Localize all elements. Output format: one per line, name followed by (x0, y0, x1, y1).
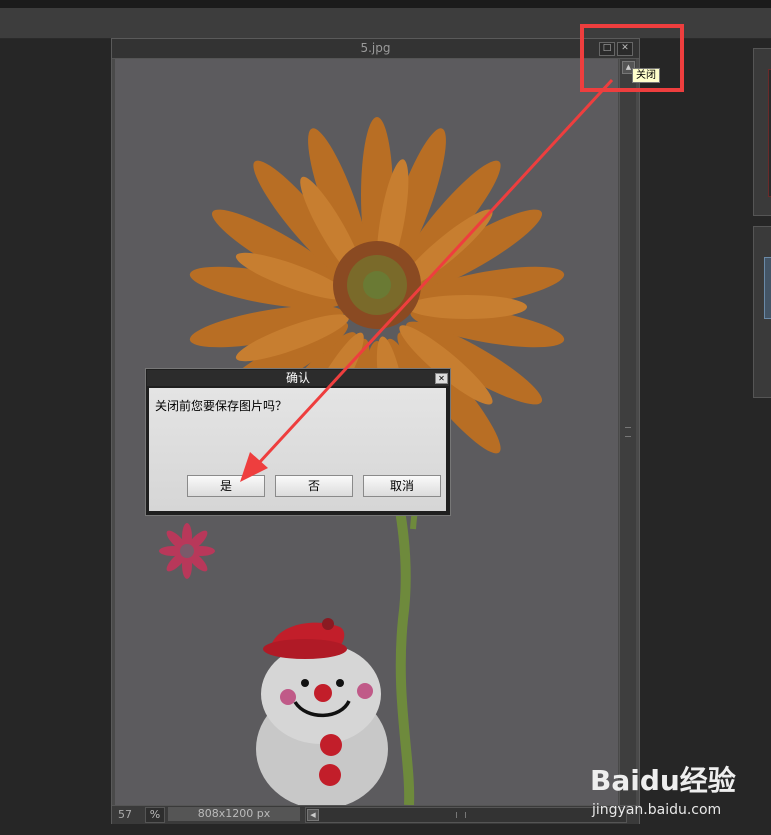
highlight-box (580, 24, 684, 92)
dialog-close-icon[interactable]: ✕ (435, 373, 448, 384)
snowman-image (256, 618, 388, 805)
document-title: 5.jpg (360, 41, 391, 55)
image-dimensions: 808x1200 px (168, 807, 300, 821)
hscroll-grip[interactable] (456, 812, 466, 818)
panel-swatch (764, 257, 771, 319)
horizontal-scrollbar[interactable]: ◀ (305, 807, 627, 823)
right-panel-bottom[interactable] (753, 226, 771, 398)
watermark-url: jingyan.baidu.com (592, 802, 722, 818)
dialog-body: 关闭前您要保存图片吗？ 是 否 取消 (149, 388, 446, 511)
vertical-scrollbar[interactable]: ▲ (619, 59, 636, 805)
dialog-message: 关闭前您要保存图片吗？ (155, 399, 288, 413)
zoom-unit[interactable]: % (145, 807, 165, 823)
dialog-title: 确认 (285, 371, 310, 385)
watermark-logo-text: Baidu经验 (590, 764, 736, 797)
status-bar: 57 % 808x1200 px ◀ (112, 805, 639, 824)
scroll-left-icon[interactable]: ◀ (307, 809, 319, 821)
confirm-dialog: 确认 ✕ 关闭前您要保存图片吗？ 是 否 取消 (145, 368, 451, 516)
dialog-titlebar[interactable]: 确认 ✕ (147, 370, 449, 386)
app-top-strip (0, 0, 771, 8)
no-button[interactable]: 否 (275, 475, 353, 497)
right-panel-top[interactable] (753, 48, 771, 216)
zoom-value[interactable]: 57 (118, 808, 142, 821)
scroll-grip[interactable] (625, 427, 631, 437)
paw-logo: Baidu经验 (590, 764, 736, 797)
yes-button[interactable]: 是 (187, 475, 265, 497)
cancel-button[interactable]: 取消 (363, 475, 441, 497)
pink-flower-image (159, 523, 215, 579)
document-titlebar[interactable]: 5.jpg □ ✕ (112, 39, 639, 59)
